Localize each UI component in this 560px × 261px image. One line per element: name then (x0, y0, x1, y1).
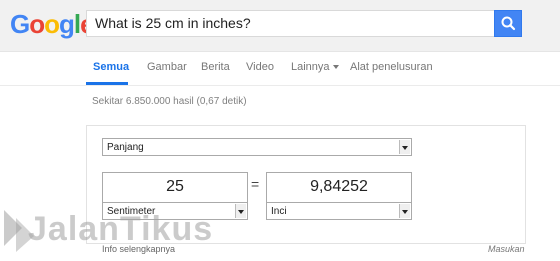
watermark-text: JalanTikus (28, 210, 214, 248)
equals-sign: = (251, 176, 260, 192)
tab-video[interactable]: Video (246, 61, 274, 73)
logo-letter: o (29, 9, 45, 39)
from-value-input[interactable]: 25 (102, 172, 248, 203)
dropdown-arrow-icon (235, 204, 246, 218)
category-select-value: Panjang (107, 142, 144, 153)
tab-gambar[interactable]: Gambar (147, 61, 187, 73)
tab-alat-penelusuran[interactable]: Alat penelusuran (350, 61, 433, 73)
logo-letter: o (44, 9, 60, 39)
search-tabs: Semua Gambar Berita Video Lainnya Alat p… (0, 52, 560, 86)
dropdown-arrow-icon (399, 140, 410, 154)
search-header: Google What is 25 cm in inches? (0, 0, 560, 52)
search-button[interactable] (494, 10, 522, 37)
search-input[interactable]: What is 25 cm in inches? (86, 10, 494, 37)
result-stats: Sekitar 6.850.000 hasil (0,67 detik) (92, 96, 247, 107)
feedback-link[interactable]: Masukan (488, 244, 525, 254)
dropdown-arrow-icon (399, 204, 410, 218)
tab-lainnya-label: Lainnya (291, 61, 330, 73)
category-select[interactable]: Panjang (102, 138, 412, 156)
to-unit-select[interactable]: Inci (266, 202, 412, 220)
search-icon (501, 16, 516, 31)
logo-letter: G (10, 9, 30, 39)
to-unit-value: Inci (271, 206, 287, 217)
tab-lainnya[interactable]: Lainnya (291, 61, 339, 73)
caret-down-icon (332, 65, 339, 70)
active-tab-indicator (86, 82, 128, 85)
google-logo[interactable]: Google (10, 9, 95, 40)
logo-letter: g (59, 9, 75, 39)
tab-berita[interactable]: Berita (201, 61, 230, 73)
tab-semua[interactable]: Semua (93, 61, 129, 73)
to-value-input[interactable]: 9,84252 (266, 172, 412, 203)
